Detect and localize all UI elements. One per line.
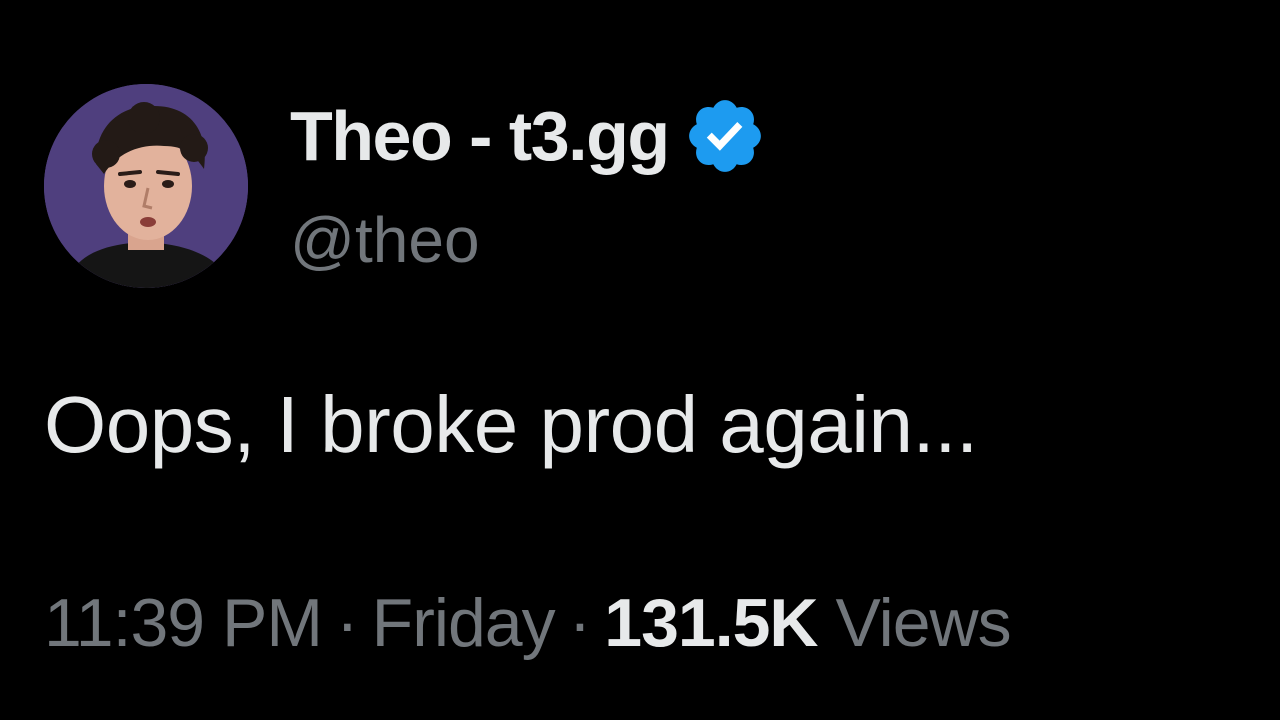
profile-photo-icon <box>44 84 248 288</box>
verified-badge-icon[interactable] <box>683 94 767 178</box>
author-name-row: Theo - t3.gg <box>290 96 767 176</box>
views-count[interactable]: 131.5K <box>604 585 818 661</box>
tweet-meta: 11:39 PM · Friday · 131.5K Views <box>44 580 1012 666</box>
avatar[interactable] <box>44 84 248 288</box>
tweet-text: Oops, I broke prod again... <box>44 380 978 469</box>
tweet-day[interactable]: Friday <box>372 585 556 661</box>
tweet-card: Theo - t3.gg @theo Oops, I broke prod ag… <box>0 0 1280 720</box>
meta-separator: · <box>336 585 359 661</box>
tweet-time[interactable]: 11:39 PM <box>44 585 323 661</box>
author-handle[interactable]: @theo <box>290 200 480 280</box>
views-label: Views <box>835 585 1011 661</box>
author-display-name[interactable]: Theo - t3.gg <box>290 96 670 176</box>
meta-separator: · <box>568 585 592 661</box>
